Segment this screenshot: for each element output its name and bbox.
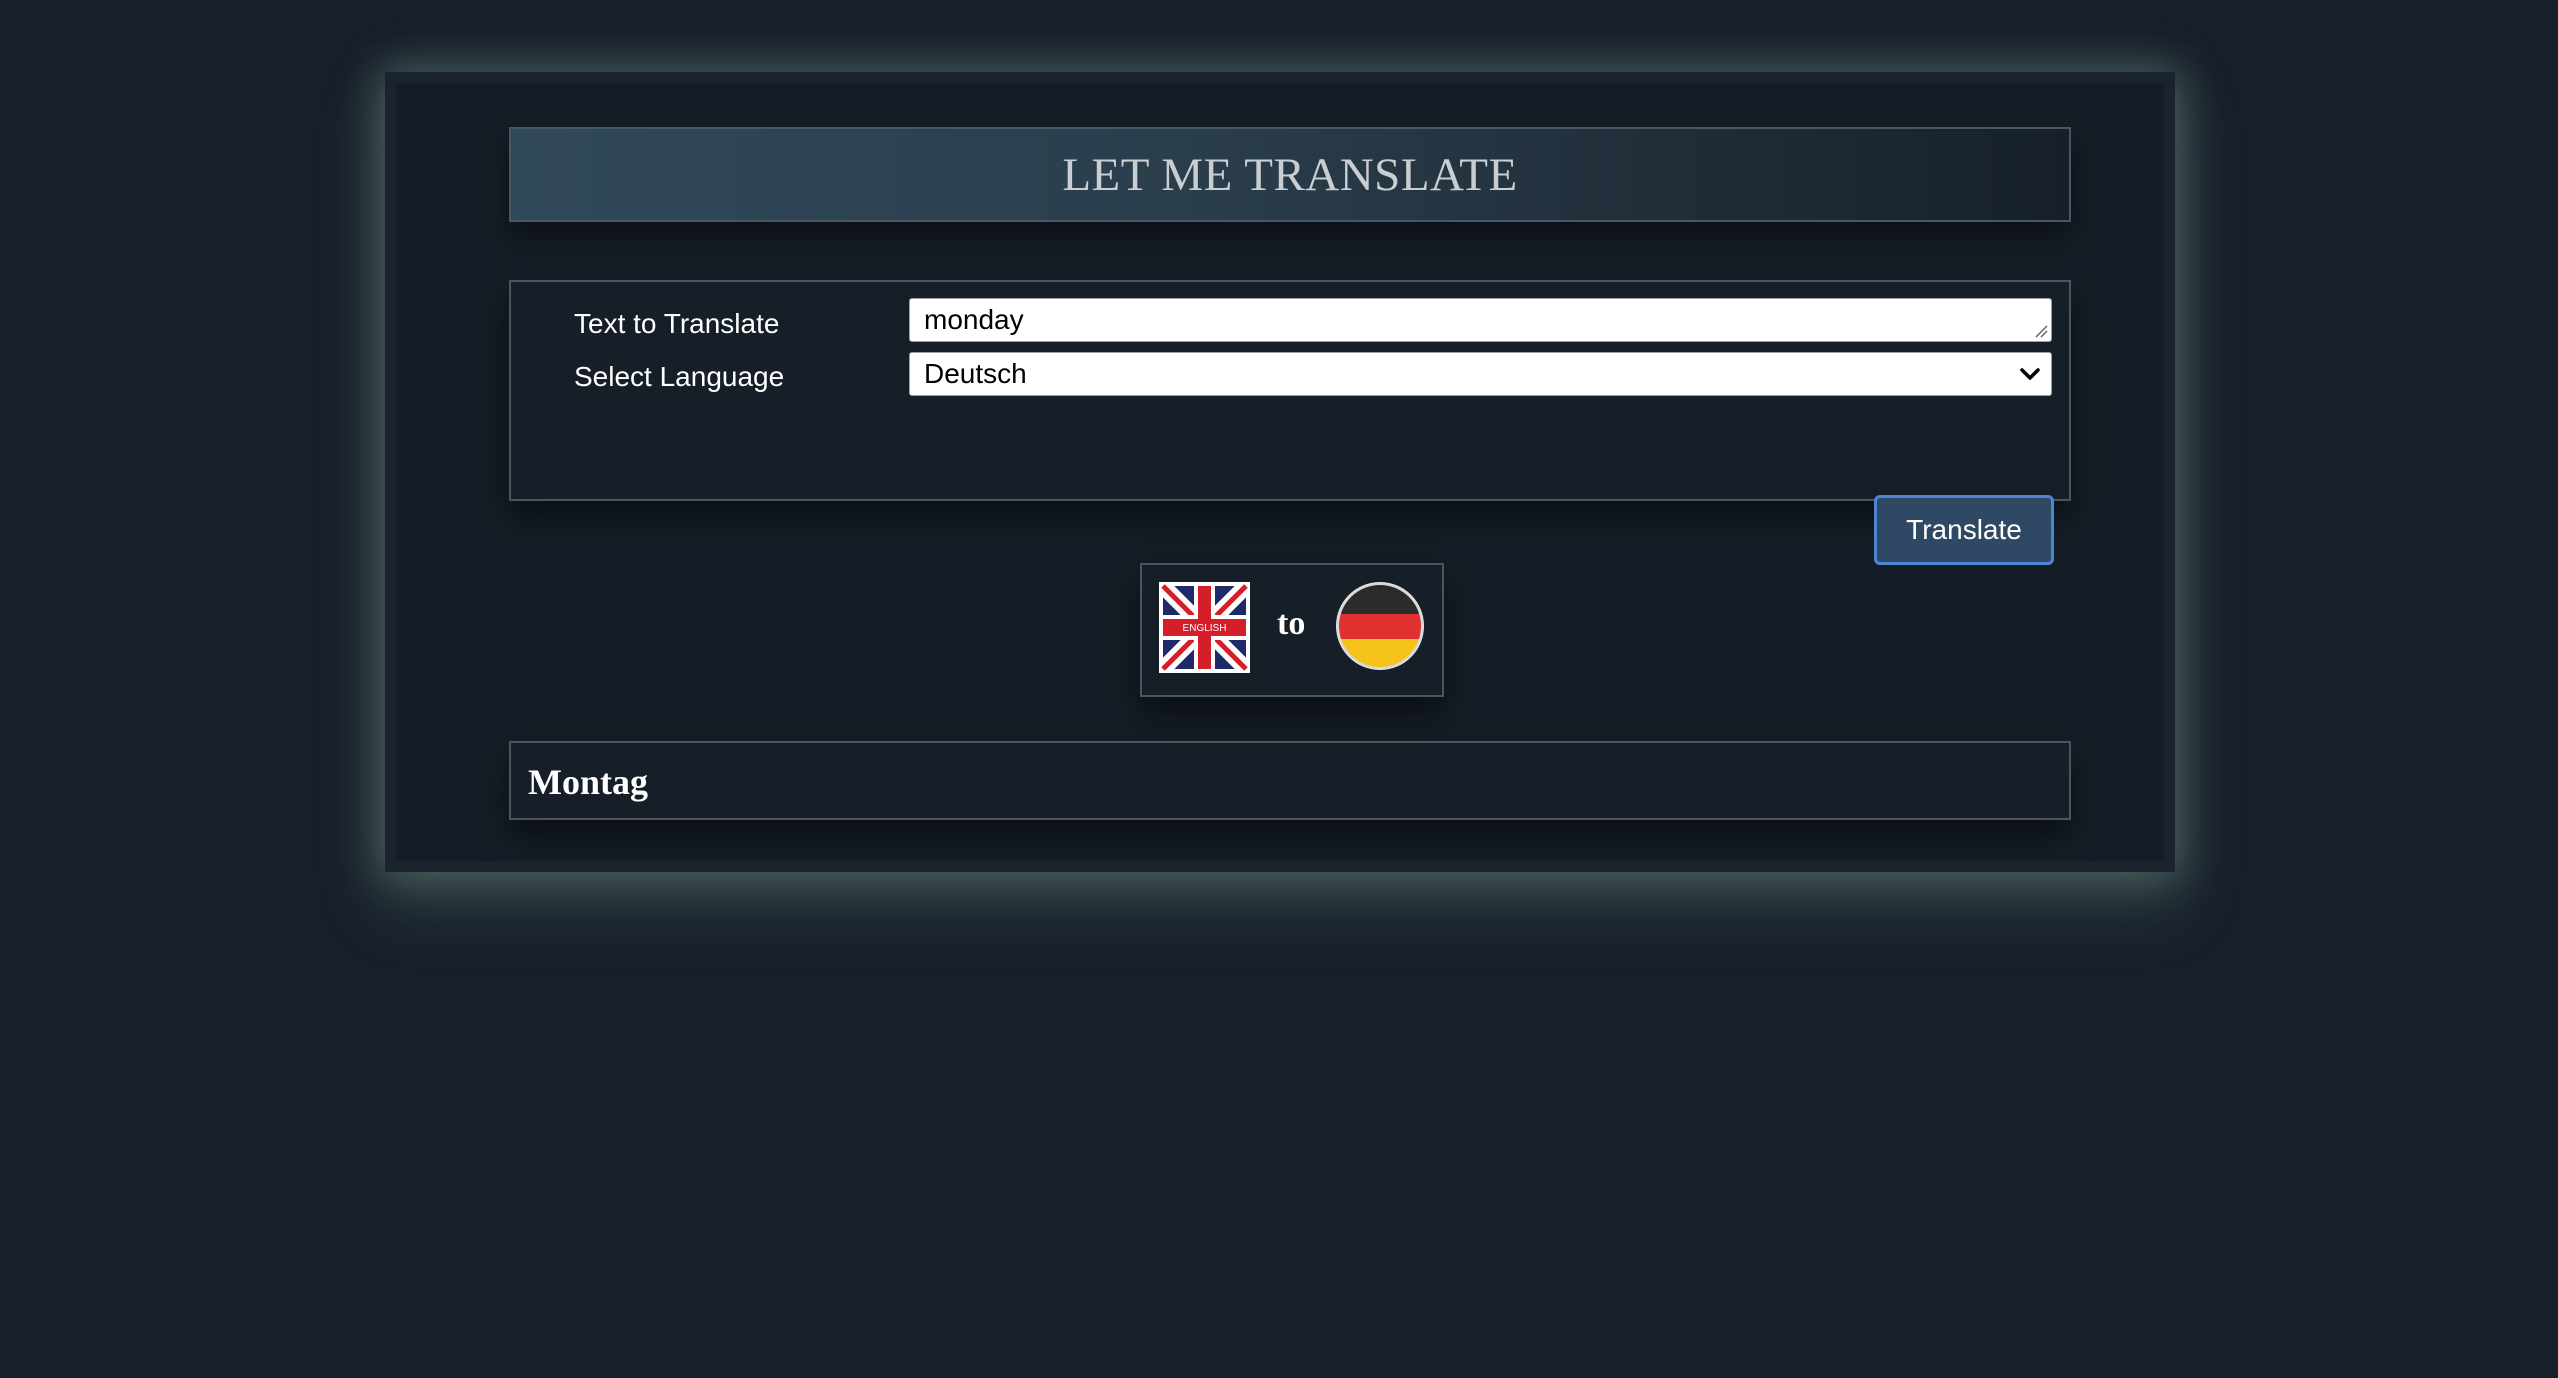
uk-flag-icon: ENGLISH <box>1159 582 1250 673</box>
chevron-down-icon <box>2020 368 2040 380</box>
resize-grip-icon[interactable] <box>2034 324 2048 338</box>
translate-button[interactable]: Translate <box>1874 495 2054 565</box>
connector-text: to <box>1277 605 1306 642</box>
text-to-translate-label: Text to Translate <box>574 308 780 339</box>
header-banner: LET ME TRANSLATE <box>509 127 2071 222</box>
language-flags-panel: ENGLISH to <box>1140 563 1444 697</box>
translate-form: Text to Translate Select Language monday… <box>509 280 2071 501</box>
text-to-translate-value: monday <box>924 304 1024 335</box>
text-to-translate-input[interactable]: monday <box>909 298 2052 342</box>
page-title: LET ME TRANSLATE <box>1062 148 1518 201</box>
select-language-label: Select Language <box>574 361 785 392</box>
language-select[interactable]: Deutsch <box>909 352 2052 396</box>
app-container: LET ME TRANSLATE Text to Translate Selec… <box>385 72 2175 872</box>
uk-flag-caption: ENGLISH <box>1183 623 1227 634</box>
translation-result-text: Montag <box>528 762 648 802</box>
language-select-value: Deutsch <box>924 358 1027 389</box>
translation-result-panel: Montag <box>509 741 2071 820</box>
germany-flag-icon <box>1336 582 1424 670</box>
